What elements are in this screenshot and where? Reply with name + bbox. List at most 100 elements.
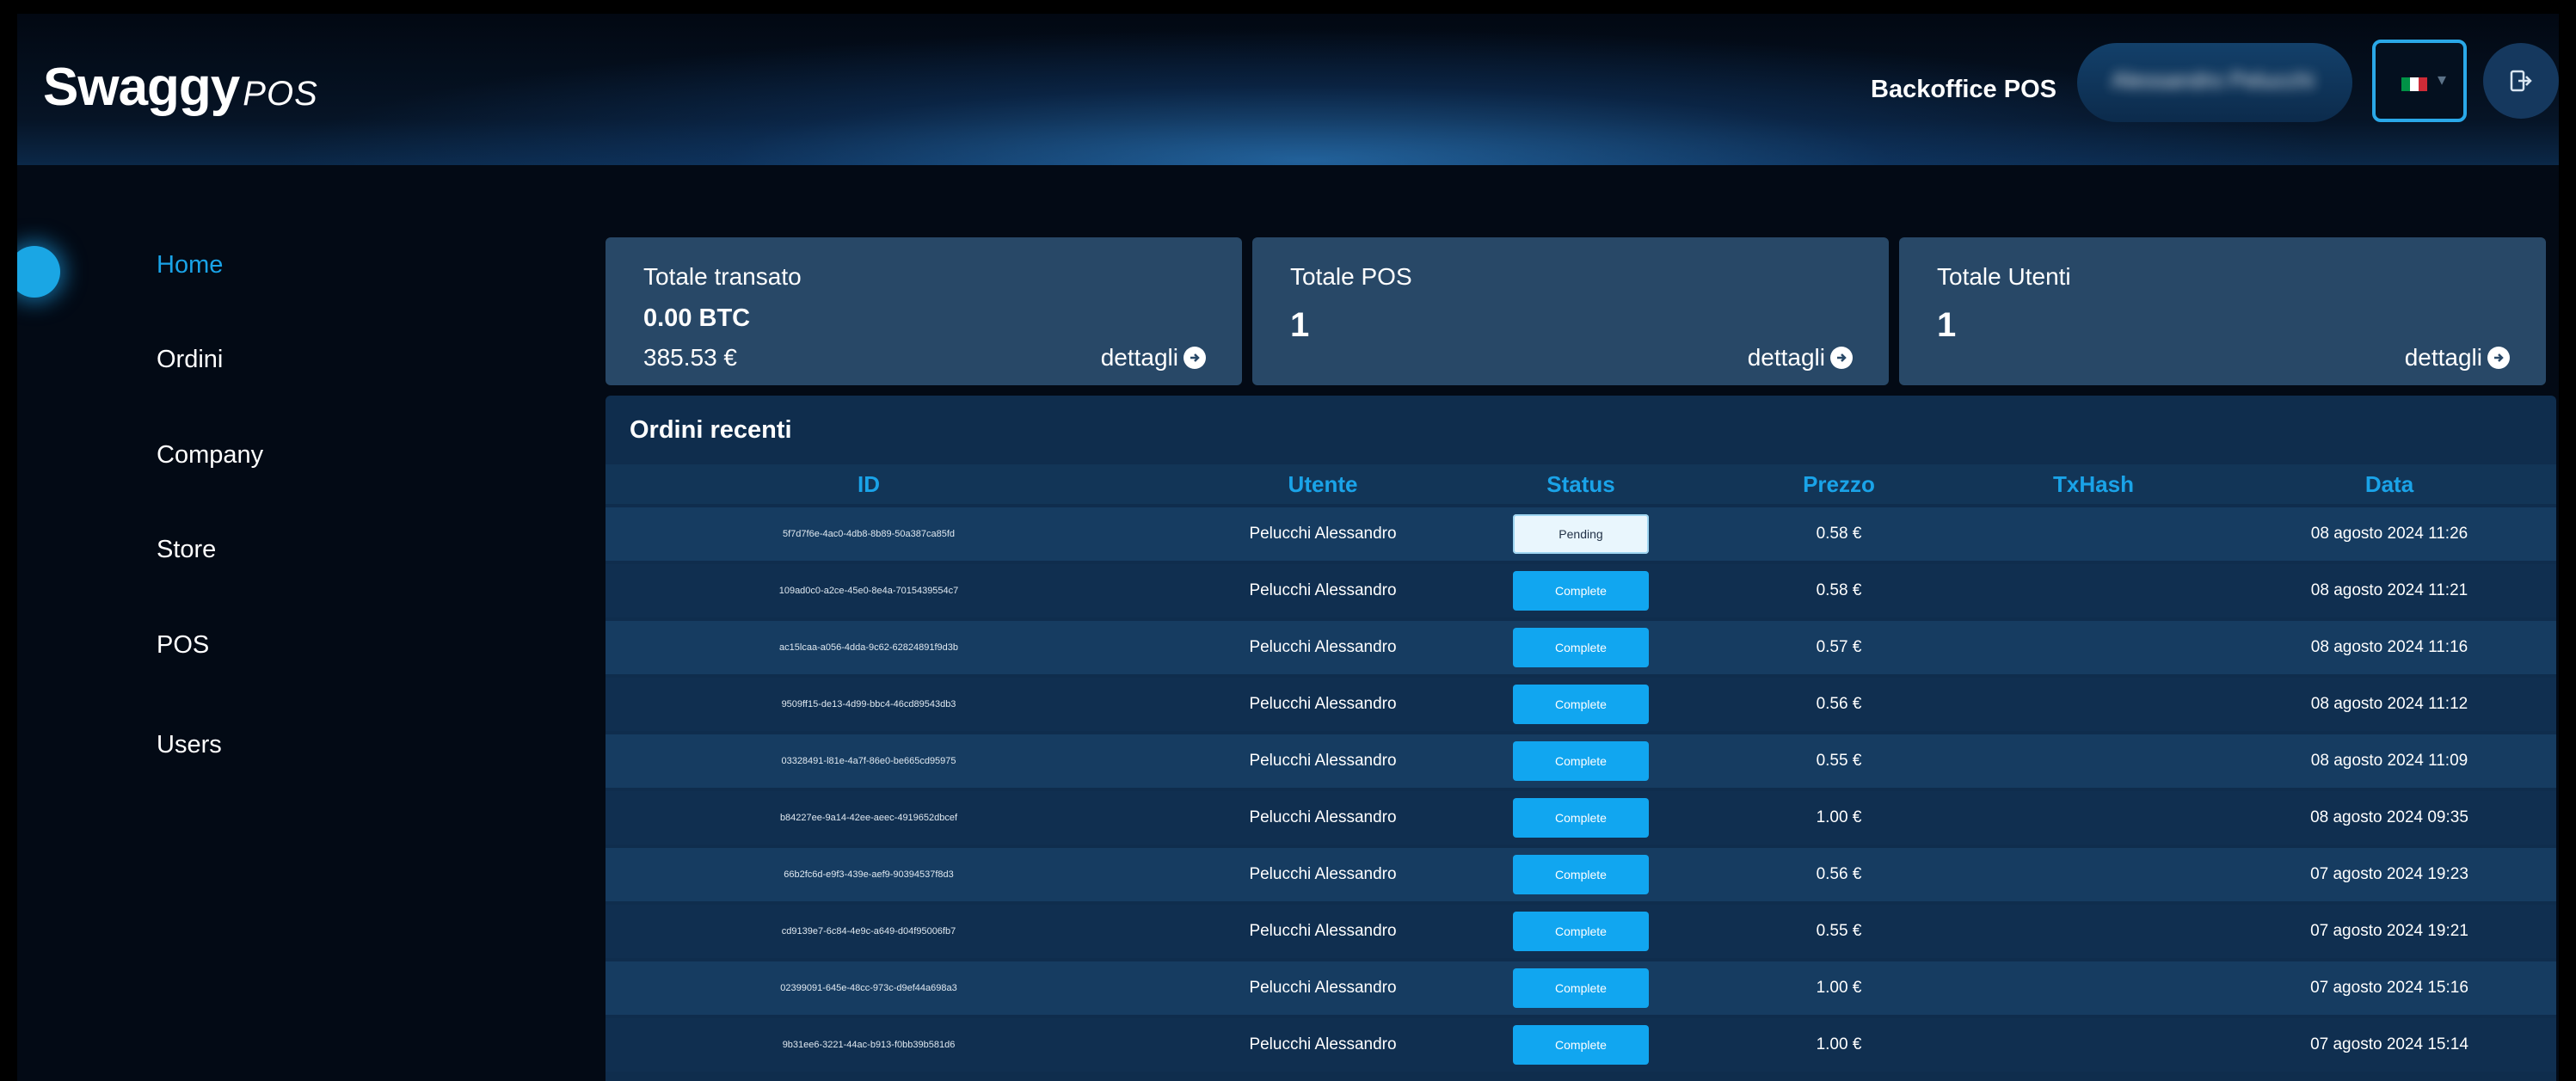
order-price: 0.57 €	[1816, 638, 1862, 656]
sidebar-toggle-dot[interactable]	[17, 246, 60, 298]
order-user: Pelucchi Alessandro	[1249, 865, 1397, 883]
table-row[interactable]: 66b2fc6d-e9f3-439e-aef9-90394537f8d3 Pelu…	[606, 848, 2556, 901]
order-id: 66b2fc6d-e9f3-439e-aef9-90394537f8d3	[784, 869, 954, 880]
status-badge[interactable]: Complete	[1513, 1025, 1649, 1065]
table-row[interactable]: 5f7d7f6e-4ac0-4db8-8b89-50a387ca85fd Pelu…	[606, 507, 2556, 561]
card-eur-value: 385.53 €	[643, 344, 737, 371]
sidebar-item-home[interactable]: Home	[157, 251, 223, 279]
sidebar-item-company[interactable]: Company	[157, 441, 263, 470]
top-header: Swaggy POS Backoffice POS Alessandro Pelu…	[17, 14, 2559, 165]
order-id: cd9139e7-6c84-4e9c-a649-d04f95006fb7	[781, 926, 956, 937]
order-date: 07 agosto 2024 19:23	[2310, 865, 2468, 883]
sidebar-item-pos[interactable]: POS	[157, 631, 209, 660]
logout-icon	[2510, 70, 2532, 92]
logo-suffix: POS	[243, 75, 318, 113]
user-menu-button[interactable]: Alessandro Pelucchi	[2077, 43, 2352, 122]
status-badge[interactable]: Complete	[1513, 855, 1649, 894]
order-date: 08 agosto 2024 11:12	[2310, 695, 2468, 713]
status-badge[interactable]: Complete	[1513, 968, 1649, 1008]
order-id: b84227ee-9a14-42ee-aeec-4919652dbcef	[779, 813, 958, 823]
details-label: dettagli	[1100, 344, 1178, 371]
details-label: dettagli	[2404, 344, 2482, 371]
panel-title: Ordini recenti	[630, 416, 792, 444]
order-id: 109ad0c0-a2ce-45e0-8e4a-7015439554c7	[778, 586, 959, 596]
table-row[interactable]: ac15lcaa-a056-4dda-9c62-62824891f9d3b Pel…	[606, 621, 2556, 674]
brand-logo[interactable]: Swaggy POS	[43, 57, 318, 118]
column-header-txhash[interactable]: TxHash	[2053, 471, 2134, 498]
table-row[interactable]: cd9139e7-6c84-4e9c-a649-d04f95006fb7 Pelu…	[606, 905, 2556, 958]
order-price: 1.00 €	[1816, 808, 1862, 826]
table-header: ID Utente Status Prezzo TxHash Data	[606, 464, 2556, 504]
order-id: 03328491-l81e-4a7f-86e0-be665cd95975	[781, 756, 956, 766]
sidebar-item-users[interactable]: Users	[157, 731, 222, 759]
order-user: Pelucchi Alessandro	[1249, 1035, 1397, 1053]
order-user: Pelucchi Alessandro	[1249, 525, 1397, 543]
sidebar-item-ordini[interactable]: Ordini	[157, 346, 223, 374]
app-window: Swaggy POS Backoffice POS Alessandro Pelu…	[17, 14, 2559, 1081]
order-id: 9b31ee6-3221-44ac-b913-f0bb39b581d6	[782, 1040, 956, 1050]
order-date: 07 agosto 2024 15:14	[2310, 1035, 2468, 1053]
order-price: 0.55 €	[1816, 922, 1862, 940]
italy-flag-icon	[2401, 77, 2427, 91]
card-title: Totale Utenti	[1937, 263, 2071, 290]
card-btc-value: 0.00 BTC	[643, 304, 751, 332]
logout-button[interactable]	[2483, 43, 2559, 119]
order-user: Pelucchi Alessandro	[1249, 979, 1397, 997]
table-row[interactable]: 9b31ee6-3221-44ac-b913-f0bb39b581d6 Peluc…	[606, 1018, 2556, 1072]
card-details-link[interactable]: dettagli	[2405, 344, 2510, 372]
column-header-prezzo[interactable]: Prezzo	[1803, 471, 1875, 498]
logo-main: Swaggy	[43, 58, 240, 117]
table-row[interactable]: 02399091-645e-48cc-973c-d9ef44a698a3 Pelu…	[606, 961, 2556, 1015]
status-badge[interactable]: Complete	[1513, 685, 1649, 724]
order-price: 0.58 €	[1816, 581, 1862, 599]
table-row[interactable]: 03328491-l81e-4a7f-86e0-be665cd95975 Pelu…	[606, 734, 2556, 788]
card-title: Totale transato	[643, 263, 802, 290]
order-date: 08 agosto 2024 11:21	[2310, 581, 2468, 599]
status-badge[interactable]: Complete	[1513, 628, 1649, 667]
column-header-status[interactable]: Status	[1546, 471, 1614, 498]
column-header-data[interactable]: Data	[2365, 471, 2413, 498]
order-price: 0.58 €	[1816, 525, 1862, 543]
status-badge[interactable]: Pending	[1513, 514, 1649, 554]
arrow-right-icon	[1830, 347, 1853, 369]
card-count-value: 1	[1937, 306, 1957, 344]
status-badge[interactable]: Complete	[1513, 741, 1649, 781]
card-totale-utenti: Totale Utenti 1 dettagli	[1899, 237, 2546, 385]
order-date: 08 agosto 2024 11:09	[2310, 752, 2468, 770]
details-label: dettagli	[1747, 344, 1825, 371]
order-id: ac15lcaa-a056-4dda-9c62-62824891f9d3b	[779, 642, 958, 653]
order-id: 02399091-645e-48cc-973c-d9ef44a698a3	[780, 983, 957, 993]
order-price: 0.56 €	[1816, 695, 1862, 713]
backoffice-label: Backoffice POS	[1871, 76, 2056, 103]
table-row[interactable]: 9509ff15-de13-4d99-bbc4-46cd89543db3 Pelu…	[606, 678, 2556, 731]
status-badge[interactable]: Complete	[1513, 571, 1649, 611]
table-row[interactable]: 109ad0c0-a2ce-45e0-8e4a-7015439554c7 Pelu…	[606, 564, 2556, 617]
language-select[interactable]: ▾	[2372, 40, 2467, 122]
order-date: 08 agosto 2024 11:16	[2310, 638, 2468, 656]
order-user: Pelucchi Alessandro	[1249, 922, 1397, 940]
status-badge[interactable]: Complete	[1513, 798, 1649, 838]
order-user: Pelucchi Alessandro	[1249, 581, 1397, 599]
order-user: Pelucchi Alessandro	[1249, 695, 1397, 713]
status-badge[interactable]: Complete	[1513, 912, 1649, 951]
order-price: 0.55 €	[1816, 752, 1862, 770]
order-id: 5f7d7f6e-4ac0-4db8-8b89-50a387ca85fd	[783, 529, 955, 539]
arrow-right-icon	[2487, 347, 2510, 369]
card-title: Totale POS	[1290, 263, 1412, 290]
card-details-link[interactable]: dettagli	[1101, 344, 1206, 372]
column-header-id[interactable]: ID	[858, 471, 880, 498]
order-price: 0.56 €	[1816, 865, 1862, 883]
card-details-link[interactable]: dettagli	[1748, 344, 1853, 372]
card-totale-transato: Totale transato 0.00 BTC 385.53 € dettag…	[606, 237, 1242, 385]
user-name: Alessandro Pelucchi	[2112, 67, 2315, 93]
order-date: 08 agosto 2024 11:26	[2310, 525, 2468, 543]
order-date: 08 agosto 2024 09:35	[2310, 808, 2468, 826]
order-user: Pelucchi Alessandro	[1249, 752, 1397, 770]
table-row[interactable]: b84227ee-9a14-42ee-aeec-4919652dbcef Pelu…	[606, 791, 2556, 845]
column-header-utente[interactable]: Utente	[1288, 471, 1358, 498]
chevron-down-icon: ▾	[2438, 71, 2447, 89]
order-price: 1.00 €	[1816, 979, 1862, 997]
card-totale-pos: Totale POS 1 dettagli	[1252, 237, 1889, 385]
order-user: Pelucchi Alessandro	[1249, 638, 1397, 656]
sidebar-item-store[interactable]: Store	[157, 536, 216, 564]
